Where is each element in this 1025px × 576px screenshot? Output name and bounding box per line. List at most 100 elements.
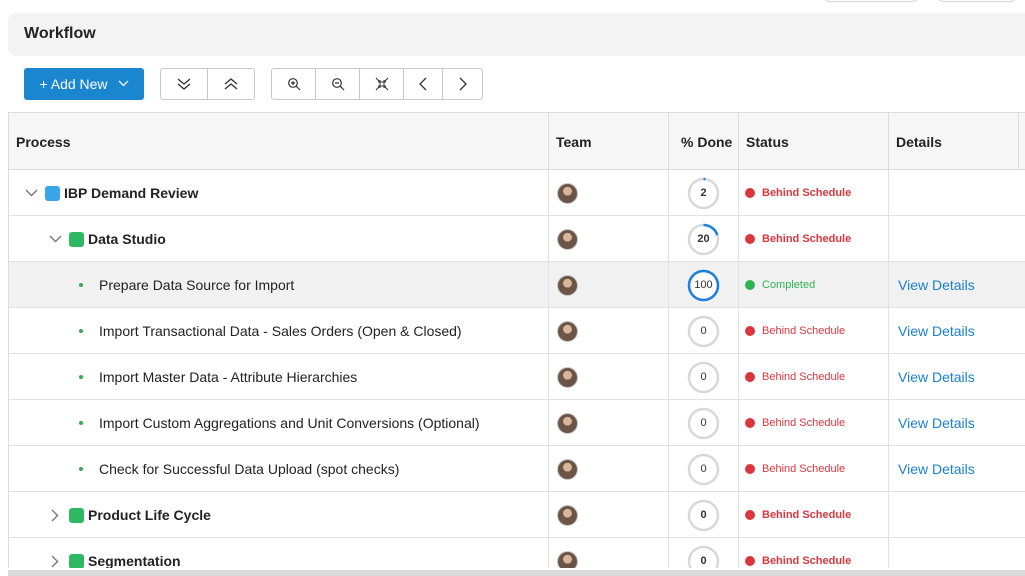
column-header-process[interactable]: Process xyxy=(9,113,549,170)
percent-done-value: 0 xyxy=(700,371,707,383)
process-name[interactable]: Segmentation xyxy=(88,553,181,568)
status-dot-icon xyxy=(745,234,755,244)
chevron-down-icon[interactable] xyxy=(23,189,39,197)
table-row[interactable]: Data Studio 20 Behind Schedule xyxy=(9,216,1025,262)
avatar[interactable] xyxy=(557,458,578,480)
fit-to-screen-button[interactable] xyxy=(360,69,404,99)
collapse-all-button[interactable] xyxy=(208,69,254,99)
status-cell: Behind Schedule xyxy=(739,216,889,262)
status-dot-icon xyxy=(745,188,755,198)
percent-done-value: 0 xyxy=(700,463,707,475)
avatar[interactable] xyxy=(557,182,578,204)
done-cell: 0 xyxy=(669,538,739,568)
process-color-square xyxy=(69,507,84,523)
bullet-icon xyxy=(79,467,83,471)
table-row[interactable]: Check for Successful Data Upload (spot c… xyxy=(9,446,1025,492)
progress-ring: 0 xyxy=(687,499,720,532)
status-badge: Behind Schedule xyxy=(739,555,851,567)
details-cell xyxy=(889,170,1025,216)
view-details-link[interactable]: View Details xyxy=(898,415,975,431)
previous-button[interactable] xyxy=(404,69,443,99)
zoom-in-button[interactable] xyxy=(272,69,316,99)
status-text: Behind Schedule xyxy=(762,233,852,245)
process-cell: Import Master Data - Attribute Hierarchi… xyxy=(9,354,549,400)
chevron-right-icon[interactable] xyxy=(47,555,63,568)
avatar[interactable] xyxy=(557,274,578,296)
status-badge: Behind Schedule xyxy=(739,463,845,475)
avatar[interactable] xyxy=(557,320,578,342)
percent-done-value: 0 xyxy=(700,555,707,567)
table-row[interactable]: Segmentation 0 Behind Schedule xyxy=(9,538,1025,568)
status-cell: Behind Schedule xyxy=(739,354,889,400)
process-name[interactable]: Import Transactional Data - Sales Orders… xyxy=(99,323,462,339)
view-details-link[interactable]: View Details xyxy=(898,461,975,477)
workflow-header: Workflow xyxy=(8,13,1025,56)
column-header-team[interactable]: Team xyxy=(549,113,669,170)
avatar[interactable] xyxy=(557,412,578,434)
status-cell: Behind Schedule xyxy=(739,538,889,568)
team-cell xyxy=(549,170,669,216)
top-tab-stub[interactable] xyxy=(822,0,920,2)
process-name[interactable]: Prepare Data Source for Import xyxy=(99,277,294,293)
percent-done-value: 2 xyxy=(700,187,707,199)
table-row[interactable]: Import Transactional Data - Sales Orders… xyxy=(9,308,1025,354)
table-row[interactable]: IBP Demand Review 2 Behind Schedule xyxy=(9,170,1025,216)
status-cell: Behind Schedule xyxy=(739,492,889,538)
process-name[interactable]: IBP Demand Review xyxy=(64,185,198,201)
zoom-out-button[interactable] xyxy=(316,69,360,99)
progress-ring: 0 xyxy=(687,361,720,394)
chevron-left-icon xyxy=(419,77,427,91)
details-cell: View Details xyxy=(889,400,1025,446)
column-header-status[interactable]: Status xyxy=(739,113,889,170)
status-dot-icon xyxy=(745,280,755,290)
progress-ring: 0 xyxy=(687,407,720,440)
process-cell: Check for Successful Data Upload (spot c… xyxy=(9,446,549,492)
avatar[interactable] xyxy=(557,366,578,388)
top-tab-stub[interactable] xyxy=(936,0,1018,2)
chevron-down-icon[interactable] xyxy=(47,235,63,243)
table-row[interactable]: Prepare Data Source for Import 100 Complet… xyxy=(9,262,1025,308)
avatar[interactable] xyxy=(557,228,578,250)
status-text: Behind Schedule xyxy=(762,463,846,475)
percent-done-value: 0 xyxy=(700,325,707,337)
progress-ring: 0 xyxy=(687,315,720,348)
bullet-icon xyxy=(79,375,83,379)
workflow-page: Workflow + Add New Process Team % Done S… xyxy=(0,0,1025,576)
table-row[interactable]: Import Master Data - Attribute Hierarchi… xyxy=(9,354,1025,400)
bullet-icon xyxy=(79,283,83,287)
next-button[interactable] xyxy=(443,69,482,99)
status-badge: Behind Schedule xyxy=(739,509,851,521)
expand-all-button[interactable] xyxy=(161,69,208,99)
avatar[interactable] xyxy=(557,504,578,526)
view-details-link[interactable]: View Details xyxy=(898,369,975,385)
chevron-down-icon xyxy=(118,78,129,90)
done-cell: 0 xyxy=(669,354,739,400)
process-name[interactable]: Product Life Cycle xyxy=(88,507,211,523)
status-dot-icon xyxy=(745,326,755,336)
column-header-details[interactable]: Details xyxy=(889,113,1019,170)
column-header-done[interactable]: % Done xyxy=(669,113,739,170)
bullet-icon xyxy=(79,329,83,333)
avatar[interactable] xyxy=(557,550,578,568)
status-text: Behind Schedule xyxy=(762,187,852,199)
fit-screen-icon xyxy=(375,77,388,91)
done-cell: 100 xyxy=(669,262,739,308)
horizontal-scrollbar[interactable] xyxy=(8,570,1025,576)
view-details-link[interactable]: View Details xyxy=(898,277,975,293)
process-name[interactable]: Check for Successful Data Upload (spot c… xyxy=(99,461,399,477)
table-row[interactable]: Product Life Cycle 0 Behind Schedule xyxy=(9,492,1025,538)
add-new-button[interactable]: + Add New xyxy=(24,68,144,100)
process-color-square xyxy=(69,231,84,247)
process-name[interactable]: Data Studio xyxy=(88,231,166,247)
percent-done-value: 100 xyxy=(694,279,713,291)
status-text: Behind Schedule xyxy=(762,417,846,429)
process-name[interactable]: Import Custom Aggregations and Unit Conv… xyxy=(99,415,480,431)
details-cell: View Details xyxy=(889,262,1025,308)
chevron-right-icon[interactable] xyxy=(47,509,63,522)
percent-done-value: 0 xyxy=(700,509,707,521)
table-row[interactable]: Import Custom Aggregations and Unit Conv… xyxy=(9,400,1025,446)
process-name[interactable]: Import Master Data - Attribute Hierarchi… xyxy=(99,369,357,385)
zoom-nav-group xyxy=(271,68,483,100)
process-cell: Product Life Cycle xyxy=(9,492,549,538)
view-details-link[interactable]: View Details xyxy=(898,323,975,339)
